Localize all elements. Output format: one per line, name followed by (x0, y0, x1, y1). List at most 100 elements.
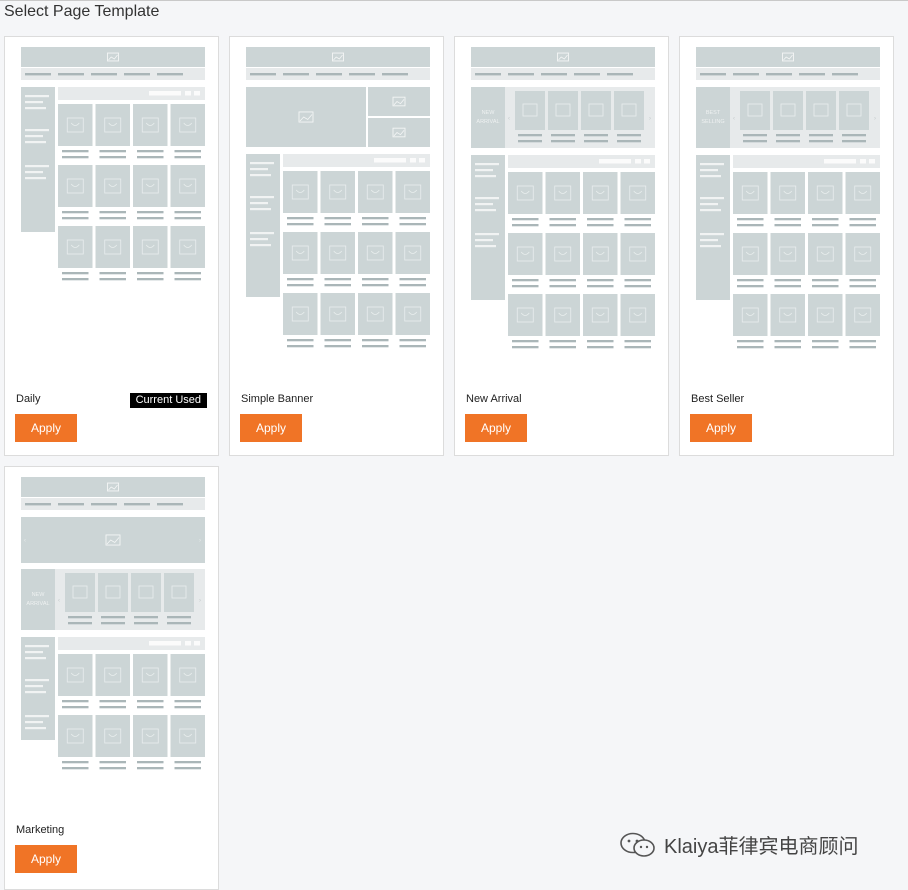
wireframe-sidebar-line (25, 651, 43, 654)
wireframe-product-line (743, 140, 767, 143)
template-card-new-arrival[interactable]: NEW ARRIVAL ‹ › New Arrival Apply (454, 36, 669, 456)
wireframe-product-line (174, 217, 201, 220)
wireframe-product-line (174, 278, 201, 281)
template-card-daily[interactable]: Daily Current Used Apply (4, 36, 219, 456)
wireframe-sidebar-line (25, 715, 49, 718)
apply-button[interactable]: Apply (15, 845, 77, 873)
wireframe-product (95, 654, 130, 696)
wireframe-product-line (549, 285, 576, 288)
wireframe-header (696, 47, 880, 67)
wireframe-product-line (99, 272, 126, 275)
wireframe-product-line (174, 150, 201, 153)
wireframe-product-line (99, 706, 126, 709)
wireframe-sort-toggle (185, 91, 191, 96)
wireframe-product-line (99, 761, 126, 764)
template-card-simple-banner[interactable]: Simple Banner Apply (229, 36, 444, 456)
wireframe-sidebar-line (700, 197, 724, 200)
wireframe-product-line (518, 140, 542, 143)
wireframe-product-line (324, 339, 351, 342)
wireframe-product-line (324, 217, 351, 220)
wireframe-product-line (399, 345, 426, 348)
wireframe-nav-item (733, 73, 759, 76)
wireframe-nav-item (91, 503, 117, 506)
wireframe-product-line (362, 345, 389, 348)
wireframe-product-line (737, 346, 764, 349)
wireframe-slider-product (740, 91, 770, 130)
wireframe-slider-product (839, 91, 869, 130)
wireframe-product-line (62, 700, 89, 703)
chevron-right-icon: › (874, 116, 876, 122)
wireframe-sidebar-line (250, 238, 268, 241)
wireframe-product (733, 294, 768, 336)
wireframe-product-line (809, 134, 833, 137)
template-card-best-seller[interactable]: BEST SELLING ‹ › Best Seller Apply (679, 36, 894, 456)
wireframe-sort-bar (508, 155, 655, 168)
wireframe-slider-label-box (696, 87, 730, 148)
wireframe-product-line (617, 134, 641, 137)
wireframe-product-line (99, 217, 126, 220)
wireframe-product-line (737, 285, 764, 288)
wireframe-product (808, 294, 843, 336)
apply-button[interactable]: Apply (465, 414, 527, 442)
wireframe-product-line (812, 224, 839, 227)
wireframe-product-line (99, 278, 126, 281)
wireframe-sidebar-line (475, 163, 499, 166)
wireframe-nav-item (508, 73, 534, 76)
chevron-right-icon: › (199, 598, 201, 604)
wireframe-product (583, 233, 618, 275)
wireframe-product (320, 232, 355, 274)
wireframe-product (95, 226, 130, 268)
wireframe-product-line (324, 278, 351, 281)
wireframe-sidebar-line (700, 245, 721, 248)
wireframe-product (583, 172, 618, 214)
wireframe-sort-toggle (410, 158, 416, 163)
chevron-left-icon: ‹ (24, 538, 26, 544)
wireframe-product-line (549, 346, 576, 349)
apply-button[interactable]: Apply (240, 414, 302, 442)
wireframe-sidebar-line (25, 135, 43, 138)
wireframe-sidebar-line (250, 208, 271, 211)
wireframe-product-line (812, 218, 839, 221)
wireframe-product-line (324, 345, 351, 348)
wireframe-nav-item (766, 73, 792, 76)
wireframe-product-line (174, 761, 201, 764)
wireframe-product-line (287, 217, 314, 220)
wireframe-banner (21, 517, 205, 563)
wireframe-product-line (174, 706, 201, 709)
wireframe-sort-toggle (194, 641, 200, 646)
wireframe-header (21, 47, 205, 67)
wireframe-product (733, 172, 768, 214)
wireframe-product-line (99, 211, 126, 214)
wireframe-product-line (362, 217, 389, 220)
apply-button[interactable]: Apply (690, 414, 752, 442)
watermark: Klaiya菲律宾电商顾问 (618, 830, 858, 859)
slider-label: SELLING (701, 119, 724, 125)
wireframe-product-line (99, 700, 126, 703)
wireframe-nav-item (25, 73, 51, 76)
wireframe-product-line (399, 339, 426, 342)
wireframe-product-line (62, 767, 89, 770)
wireframe-product-line (99, 150, 126, 153)
wireframe-sidebar-line (475, 233, 499, 236)
wireframe-product-line (737, 279, 764, 282)
wireframe-product-line (287, 278, 314, 281)
wireframe-product (283, 293, 318, 335)
wireframe-product (845, 294, 880, 336)
template-card-marketing[interactable]: ‹ › NEW ARRIVAL ‹ › Marketing Apply (4, 466, 219, 890)
wireframe-slider-product (98, 573, 128, 612)
wireframe-nav-item (124, 73, 150, 76)
wireframe-product-line (587, 218, 614, 221)
wireframe-product-line (287, 345, 314, 348)
wireframe-product-line (68, 616, 92, 619)
wireframe-product (620, 294, 655, 336)
wireframe-product-line (68, 622, 92, 625)
wireframe-sidebar-line (25, 727, 46, 730)
wechat-icon (620, 832, 655, 857)
wireframe-product-line (774, 218, 801, 221)
wireframe-product-line (287, 223, 314, 226)
wireframe-product-line (512, 224, 539, 227)
wireframe-product-line (812, 279, 839, 282)
wireframe-product-line (774, 340, 801, 343)
wireframe-product-line (849, 279, 876, 282)
apply-button[interactable]: Apply (15, 414, 77, 442)
